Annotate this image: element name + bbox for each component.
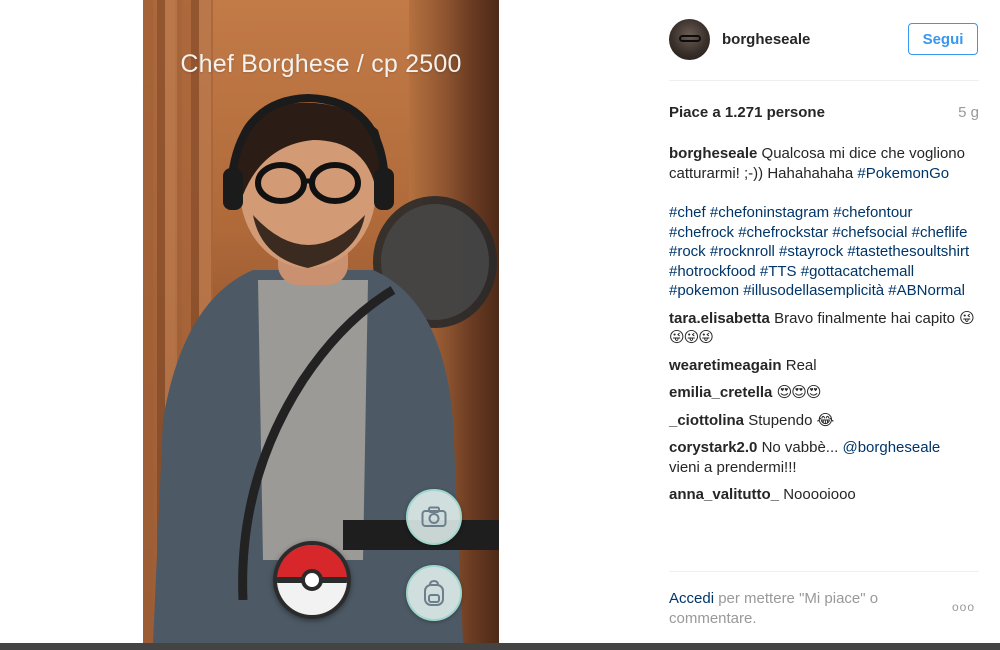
- caption: borgheseale Qualcosa mi dice che voglion…: [669, 144, 974, 183]
- comment-text-after: vieni a prendermi!!!: [669, 458, 797, 476]
- avatar-glasses: [679, 35, 701, 42]
- caption-hashtag[interactable]: #PokemonGo: [857, 165, 949, 182]
- comment-username[interactable]: _ciottolina: [669, 412, 744, 429]
- comment: emilia_cretella 😍😍😍: [669, 383, 974, 403]
- comment-username[interactable]: anna_valitutto_: [669, 486, 779, 503]
- camera-button[interactable]: [406, 489, 462, 545]
- avatar[interactable]: [669, 19, 710, 60]
- comment-emoji: 😂: [816, 410, 835, 429]
- comment-emoji: 😍😍😍: [776, 383, 822, 401]
- caption-hashtags[interactable]: #chef #chefoninstagram #chefontour #chef…: [669, 203, 974, 301]
- comment-mention[interactable]: @borgheseale: [842, 439, 940, 456]
- post-time[interactable]: 5 g: [900, 104, 979, 121]
- caption-username[interactable]: borgheseale: [669, 145, 757, 162]
- backpack-button[interactable]: [406, 565, 462, 621]
- comment: _ciottolina Stupendo 😂: [669, 411, 974, 431]
- header-divider: [669, 80, 979, 81]
- comment-text: Bravo finalmente hai capito: [774, 309, 955, 327]
- comments-list: borgheseale Qualcosa mi dice che voglion…: [669, 144, 975, 513]
- likes-count[interactable]: Piace a 1.271 persone: [669, 104, 825, 121]
- comment-username[interactable]: tara.elisabetta: [669, 310, 770, 327]
- more-options-button[interactable]: ooo: [952, 600, 975, 614]
- comment-username[interactable]: corystark2.0: [669, 439, 757, 456]
- comment-text: Real: [785, 356, 817, 374]
- comment-text: No vabbè...: [761, 439, 839, 456]
- footer-divider: [669, 571, 979, 572]
- follow-button[interactable]: Segui: [908, 23, 978, 55]
- overlay-title: Chef Borghese / cp 2500: [180, 50, 462, 78]
- bottom-bar: [0, 643, 1000, 650]
- camera-icon: [421, 506, 447, 527]
- comment-text: Nooooiooo: [783, 486, 856, 503]
- pokeball-button: [301, 569, 323, 591]
- comment-text: Stupendo: [748, 411, 813, 429]
- login-prompt: Accedi per mettere "Mi piace" o commenta…: [669, 589, 919, 628]
- post-username[interactable]: borgheseale: [722, 31, 810, 48]
- comment-username[interactable]: emilia_cretella: [669, 384, 772, 401]
- comment: wearetimeagain Real: [669, 356, 974, 376]
- comment: tara.elisabetta Bravo finalmente hai cap…: [669, 309, 975, 348]
- backpack-icon: [424, 579, 444, 606]
- login-link[interactable]: Accedi: [669, 590, 714, 607]
- comment: anna_valitutto_ Nooooiooo: [669, 485, 974, 505]
- comment-username[interactable]: wearetimeagain: [669, 357, 782, 374]
- comment: corystark2.0 No vabbè... @borgheseale vi…: [669, 438, 974, 477]
- pokeball-icon[interactable]: [273, 541, 351, 619]
